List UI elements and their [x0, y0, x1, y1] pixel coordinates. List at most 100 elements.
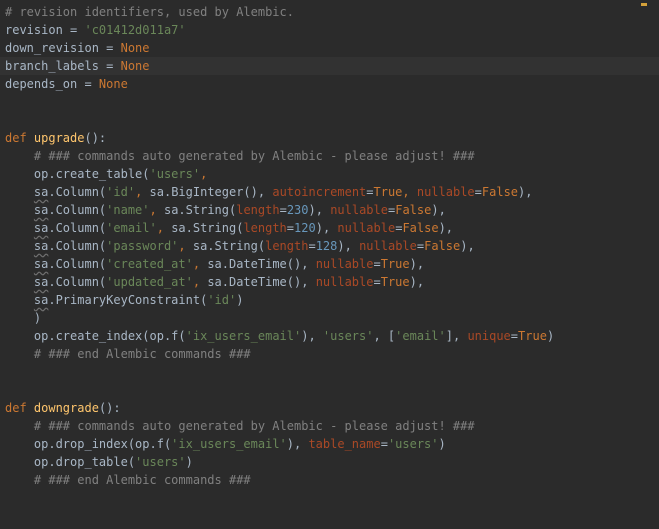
code-token: = [308, 239, 316, 253]
code-token: ), [301, 329, 323, 343]
code-line[interactable]: op.drop_index(op.f('ix_users_email'), ta… [0, 435, 659, 453]
code-line[interactable]: sa.Column('created_at', sa.DateTime(), n… [0, 255, 659, 273]
code-line[interactable] [0, 363, 659, 381]
code-token: # ### end Alembic commands ### [5, 473, 251, 487]
code-line[interactable]: op.drop_table('users') [0, 453, 659, 471]
code-line[interactable]: sa.Column('password', sa.String(length=1… [0, 237, 659, 255]
code-token: ), [409, 257, 425, 271]
code-token: , [178, 239, 193, 253]
code-token: .PrimaryKeyConstraint( [48, 293, 208, 307]
code-line[interactable] [0, 93, 659, 111]
code-token: upgrade [33, 131, 85, 145]
code-token: def [5, 401, 34, 415]
code-token: , [ [373, 329, 396, 343]
code-line[interactable]: def downgrade(): [0, 399, 659, 417]
code-token: .Column( [48, 185, 107, 199]
code-token: 'name' [106, 203, 150, 217]
code-line[interactable]: # ### commands auto generated by Alembic… [0, 417, 659, 435]
code-line[interactable]: revision = 'c01412d011a7' [0, 21, 659, 39]
code-token: ), [337, 239, 360, 253]
code-token: None [120, 59, 150, 73]
code-token: branch_labels = [5, 59, 121, 73]
code-line[interactable]: ) [0, 309, 659, 327]
code-line[interactable]: sa.Column('id', sa.BigInteger(), autoinc… [0, 183, 659, 201]
code-line[interactable]: # ### commands auto generated by Alembic… [0, 147, 659, 165]
code-line[interactable]: depends_on = None [0, 75, 659, 93]
code-token: ), [286, 437, 309, 451]
code-token: ], [445, 329, 468, 343]
code-token: sa.String( [171, 221, 244, 235]
code-token: sa [33, 257, 49, 271]
code-token: None [98, 77, 128, 91]
code-token: = [286, 221, 295, 235]
code-token: = [279, 203, 287, 217]
code-token: , [149, 203, 164, 217]
code-line[interactable]: def upgrade(): [0, 129, 659, 147]
code-token: length [243, 221, 287, 235]
code-line[interactable]: sa.Column('updated_at', sa.DateTime(), n… [0, 273, 659, 291]
code-token: , [135, 185, 150, 199]
fold-toggle-icon[interactable] [0, 399, 6, 417]
code-token: def [5, 131, 34, 145]
code-token: 'id' [207, 293, 237, 307]
code-token: .Column( [48, 239, 107, 253]
code-token: autoincrement [272, 185, 367, 199]
code-line[interactable]: # revision identifiers, used by Alembic. [0, 3, 659, 21]
code-token: ) [185, 455, 193, 469]
code-line[interactable]: # ### end Alembic commands ### [0, 345, 659, 363]
code-token: False [402, 221, 439, 235]
code-token: , [402, 185, 417, 199]
code-line[interactable]: # ### end Alembic commands ### [0, 471, 659, 489]
code-token: nullable [337, 221, 396, 235]
code-token: 'ix_users_email' [185, 329, 302, 343]
code-token: .Column( [48, 257, 107, 271]
code-token: 'users' [387, 437, 439, 451]
code-token: None [120, 41, 150, 55]
code-line[interactable]: op.create_table('users', [0, 165, 659, 183]
code-token: ) [236, 293, 244, 307]
code-token: ) [438, 437, 446, 451]
code-token: 120 [294, 221, 316, 235]
code-token: (): [98, 401, 121, 415]
code-token: ), [438, 221, 454, 235]
code-token: 'email' [395, 329, 446, 343]
code-token: sa [33, 239, 49, 253]
code-line[interactable]: sa.Column('name', sa.String(length=230),… [0, 201, 659, 219]
code-token: sa.String( [192, 239, 266, 253]
code-token: sa [33, 293, 49, 307]
fold-toggle-icon[interactable] [0, 129, 6, 147]
code-token: downgrade [33, 401, 99, 415]
code-line[interactable]: down_revision = None [0, 39, 659, 57]
code-token: True [380, 257, 410, 271]
code-token: # revision identifiers, used by Alembic. [5, 5, 294, 19]
code-editor[interactable]: # revision identifiers, used by Alembic.… [0, 0, 659, 529]
code-token: False [481, 185, 519, 199]
code-token: ), [409, 275, 425, 289]
code-token: = [510, 329, 519, 343]
code-line[interactable] [0, 111, 659, 129]
code-token: True [380, 275, 410, 289]
code-token: = [474, 185, 482, 199]
code-line[interactable] [0, 381, 659, 399]
code-token: = [373, 257, 381, 271]
code-line[interactable]: op.create_index(op.f('ix_users_email') , … [0, 327, 659, 345]
code-line[interactable]: sa.Column('email', sa.String(length=120)… [0, 219, 659, 237]
code-token: down_revision = [5, 41, 121, 55]
code-token: , [200, 167, 208, 181]
code-line[interactable]: branch_labels = None [0, 57, 659, 75]
code-token: ), [431, 203, 446, 217]
code-token: .Column( [48, 221, 107, 235]
code-token: sa [33, 203, 49, 217]
code-token: ) [546, 329, 555, 343]
code-token: 'updated_at' [106, 275, 193, 289]
code-token: ), [518, 185, 533, 199]
code-token: (): [84, 131, 107, 145]
code-line[interactable]: sa.PrimaryKeyConstraint('id') [0, 291, 659, 309]
code-token: nullable [330, 203, 388, 217]
code-token: op.drop_table( [5, 455, 136, 469]
